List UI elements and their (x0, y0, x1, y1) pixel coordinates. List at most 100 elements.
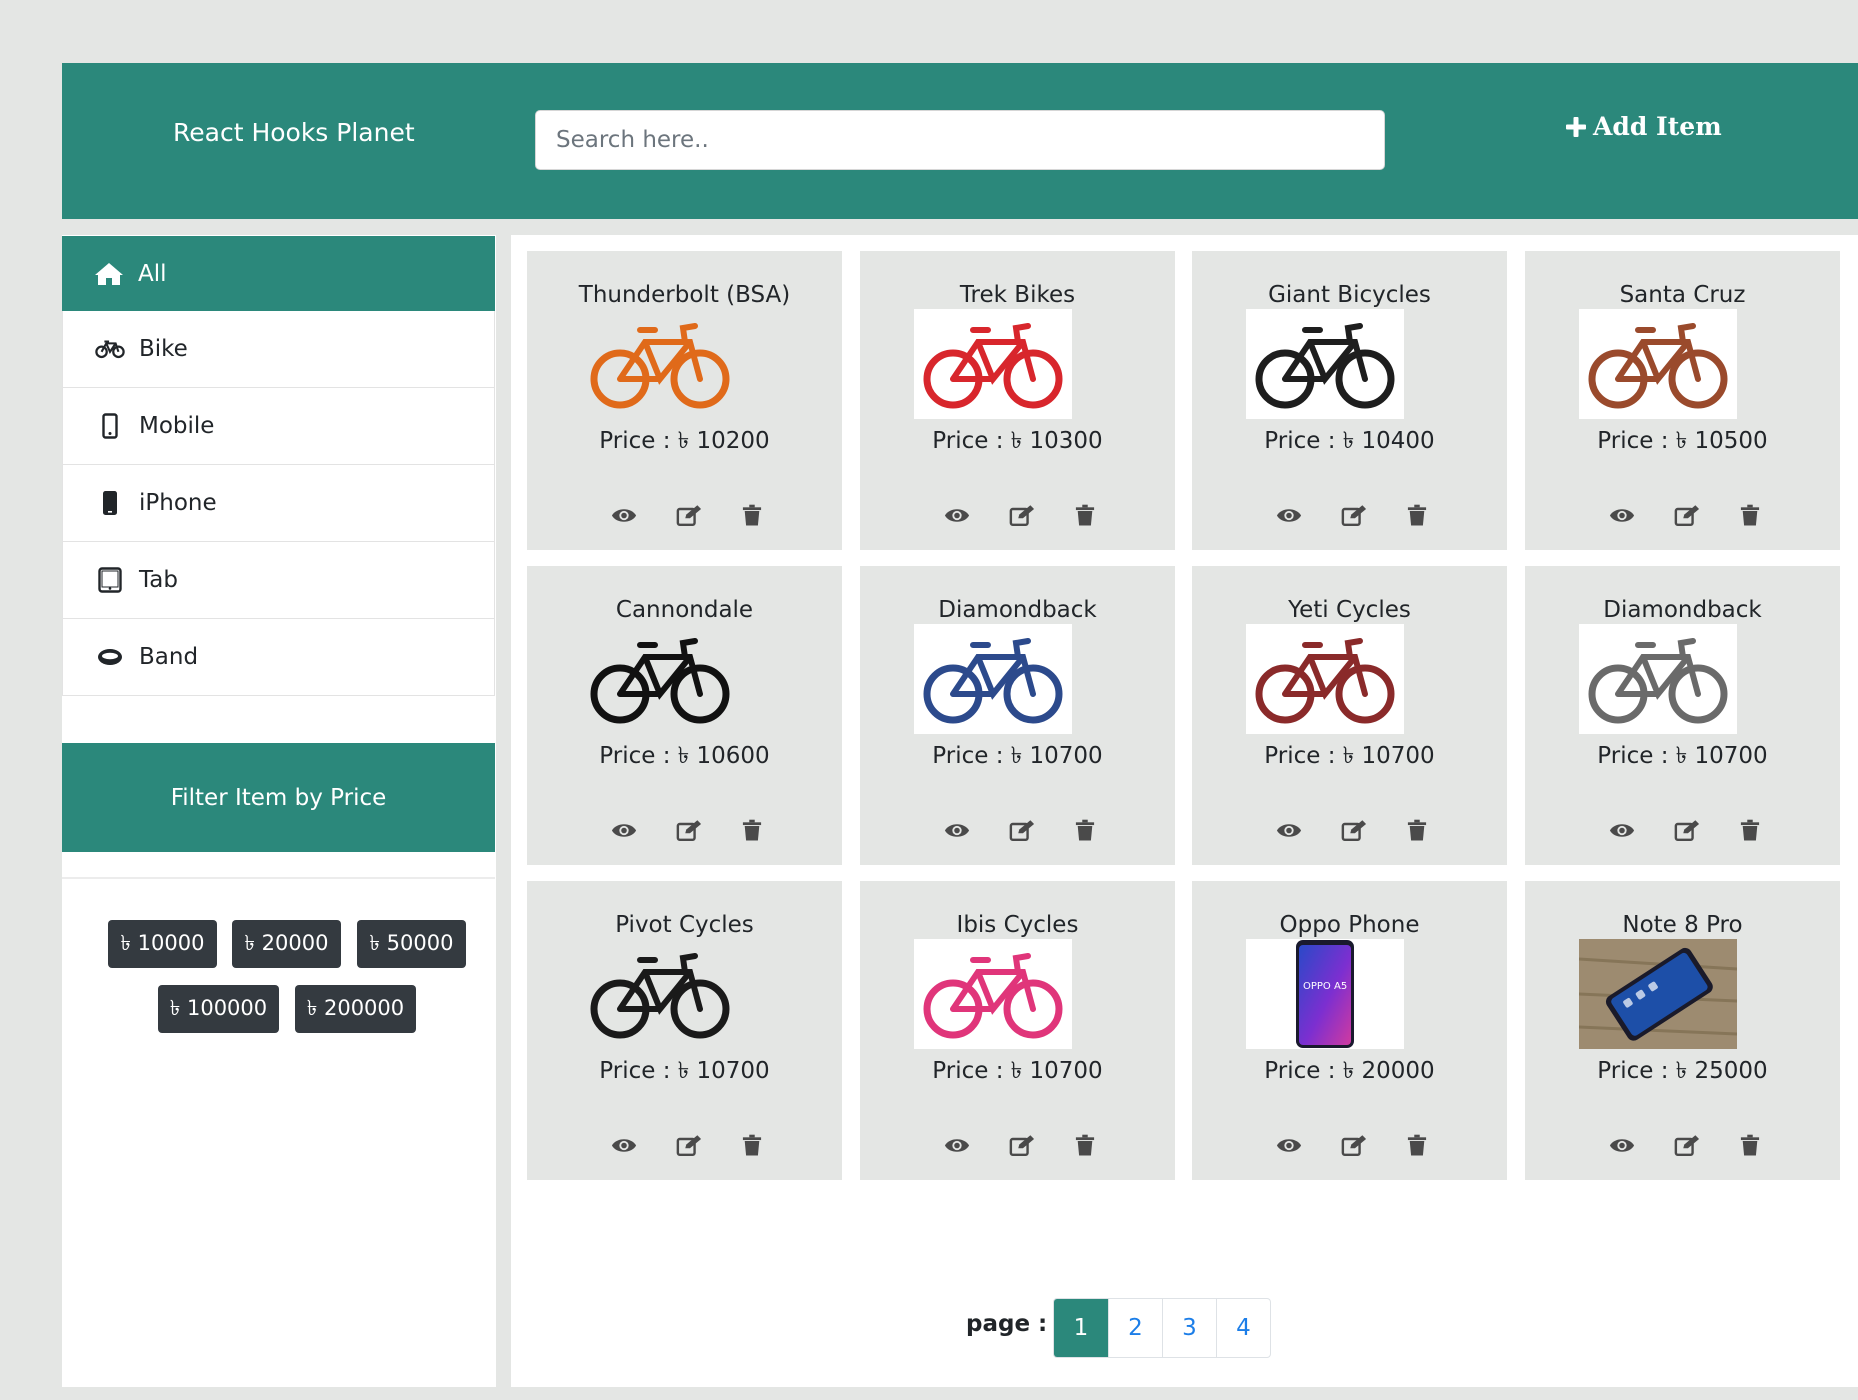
view-button[interactable] (610, 503, 638, 527)
product-price: Price : ৳ 10200 (599, 428, 770, 454)
product-card: Diamondback Price : ৳ 10700 (1525, 566, 1840, 865)
view-button[interactable] (1608, 818, 1636, 842)
category-mobile[interactable]: Mobile (62, 388, 495, 465)
price-filter-100000[interactable]: ৳ 100000 (158, 985, 279, 1033)
view-button[interactable] (1275, 503, 1303, 527)
product-image (1579, 309, 1737, 419)
delete-button[interactable] (1736, 1133, 1764, 1157)
edit-button[interactable] (1008, 818, 1036, 842)
view-button[interactable] (943, 503, 971, 527)
product-image (914, 939, 1072, 1049)
eye-icon (1276, 1136, 1302, 1155)
edit-icon (1674, 504, 1700, 527)
search-input[interactable] (535, 110, 1385, 170)
card-actions (527, 818, 842, 842)
product-title: Diamondback (1603, 597, 1762, 623)
delete-button[interactable] (1736, 818, 1764, 842)
trash-icon (1407, 1134, 1427, 1157)
product-price: Price : ৳ 10600 (599, 743, 770, 769)
price-filter-10000[interactable]: ৳ 10000 (108, 920, 217, 968)
product-price: Price : ৳ 10700 (599, 1058, 770, 1084)
edit-button[interactable] (1008, 503, 1036, 527)
page-1-button[interactable]: 1 (1054, 1299, 1108, 1357)
product-card: Cannondale Price : ৳ 10600 (527, 566, 842, 865)
category-iphone[interactable]: iPhone (62, 465, 495, 542)
category-label: iPhone (139, 490, 217, 516)
card-actions (860, 818, 1175, 842)
delete-button[interactable] (1071, 1133, 1099, 1157)
product-title: Yeti Cycles (1288, 597, 1411, 623)
product-title: Thunderbolt (BSA) (578, 282, 791, 308)
category-band[interactable]: Band (62, 619, 495, 696)
edit-button[interactable] (1340, 818, 1368, 842)
filter-price-heading: Filter Item by Price (62, 743, 495, 852)
delete-button[interactable] (738, 818, 766, 842)
page-3-button[interactable]: 3 (1162, 1299, 1216, 1357)
product-card: Giant Bicycles Price : ৳ 10400 (1192, 251, 1507, 550)
product-image (581, 939, 739, 1049)
eye-icon (611, 1136, 637, 1155)
add-item-button[interactable]: Add Item (1565, 112, 1722, 141)
view-button[interactable] (943, 1133, 971, 1157)
trash-icon (742, 504, 762, 527)
product-card: Pivot Cycles Price : ৳ 10700 (527, 881, 842, 1180)
delete-button[interactable] (738, 503, 766, 527)
edit-button[interactable] (675, 1133, 703, 1157)
category-all[interactable]: All (62, 236, 495, 311)
edit-button[interactable] (675, 818, 703, 842)
product-card: Santa Cruz Price : ৳ 10500 (1525, 251, 1840, 550)
product-price: Price : ৳ 10300 (932, 428, 1103, 454)
category-bike[interactable]: Bike (62, 311, 495, 388)
product-price: Price : ৳ 10700 (1597, 743, 1768, 769)
eye-icon (1276, 821, 1302, 840)
plus-icon (1566, 116, 1586, 137)
card-actions (1192, 1133, 1507, 1157)
card-actions (527, 503, 842, 527)
eye-icon (1609, 506, 1635, 525)
card-actions (1192, 503, 1507, 527)
category-label: All (138, 260, 167, 287)
delete-button[interactable] (1403, 503, 1431, 527)
page-label: page : (966, 1311, 1048, 1337)
product-image (914, 309, 1072, 419)
edit-button[interactable] (1340, 1133, 1368, 1157)
view-button[interactable] (943, 818, 971, 842)
delete-button[interactable] (1403, 818, 1431, 842)
trash-icon (1075, 504, 1095, 527)
price-filter-50000[interactable]: ৳ 50000 (357, 920, 466, 968)
delete-button[interactable] (1071, 503, 1099, 527)
page-4-button[interactable]: 4 (1216, 1299, 1270, 1357)
edit-icon (1009, 819, 1035, 842)
view-button[interactable] (1275, 1133, 1303, 1157)
edit-icon (1674, 1134, 1700, 1157)
brand-title[interactable]: React Hooks Planet (173, 118, 415, 147)
product-card: Note 8 Pro Price : ৳ 25000 (1525, 881, 1840, 1180)
trash-icon (1407, 819, 1427, 842)
view-button[interactable] (610, 1133, 638, 1157)
product-image (1246, 309, 1404, 419)
eye-icon (1609, 1136, 1635, 1155)
delete-button[interactable] (1071, 818, 1099, 842)
edit-button[interactable] (1340, 503, 1368, 527)
page-2-button[interactable]: 2 (1108, 1299, 1162, 1357)
price-filter-20000[interactable]: ৳ 20000 (232, 920, 341, 968)
mobile-icon (95, 413, 125, 439)
edit-button[interactable] (1673, 1133, 1701, 1157)
view-button[interactable] (610, 818, 638, 842)
pagination: 1 2 3 4 (1053, 1298, 1271, 1358)
edit-button[interactable] (1673, 818, 1701, 842)
view-button[interactable] (1608, 1133, 1636, 1157)
delete-button[interactable] (1403, 1133, 1431, 1157)
product-image (1579, 624, 1737, 734)
edit-button[interactable] (675, 503, 703, 527)
view-button[interactable] (1608, 503, 1636, 527)
price-filter-200000[interactable]: ৳ 200000 (295, 985, 416, 1033)
trash-icon (1407, 504, 1427, 527)
category-tab[interactable]: Tab (62, 542, 495, 619)
edit-button[interactable] (1673, 503, 1701, 527)
delete-button[interactable] (738, 1133, 766, 1157)
product-title: Giant Bicycles (1268, 282, 1431, 308)
view-button[interactable] (1275, 818, 1303, 842)
delete-button[interactable] (1736, 503, 1764, 527)
edit-button[interactable] (1008, 1133, 1036, 1157)
